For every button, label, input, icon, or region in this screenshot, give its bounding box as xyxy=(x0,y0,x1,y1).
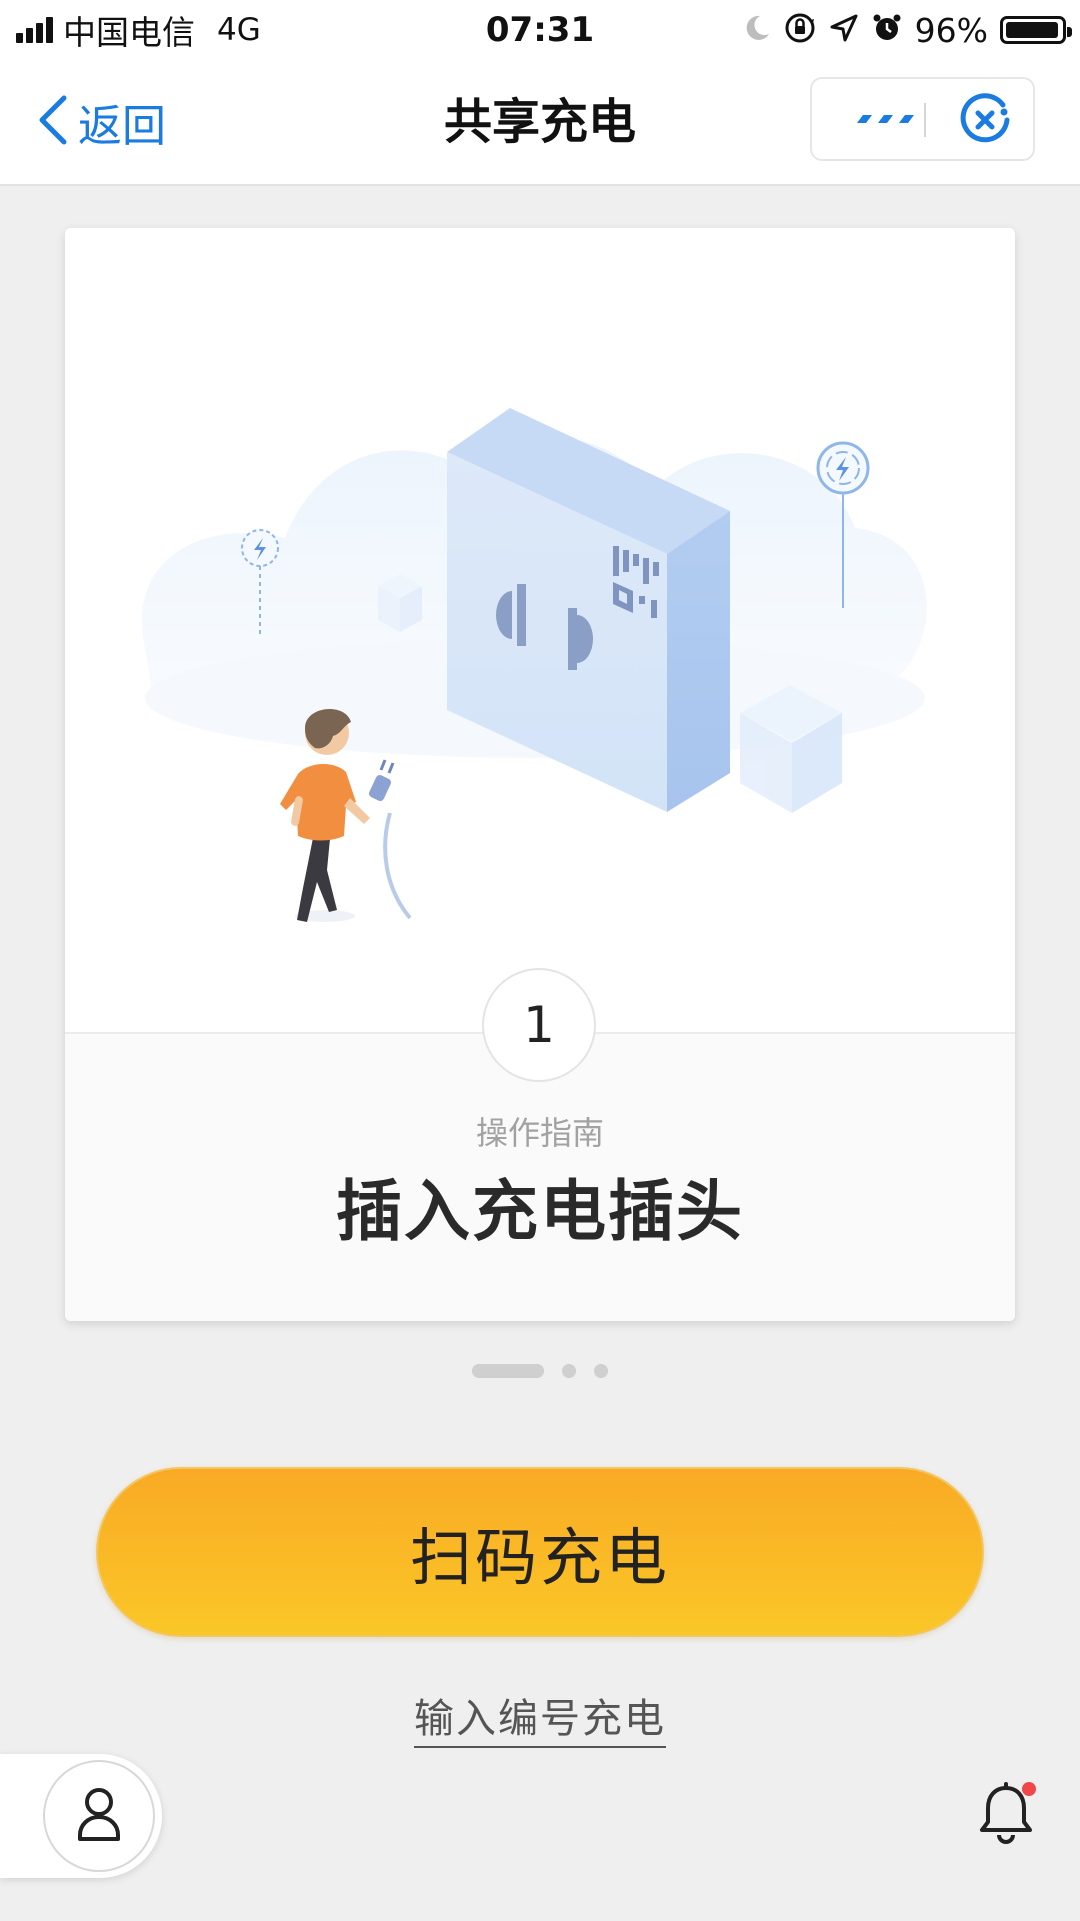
guide-card[interactable]: 1 操作指南 插入充电插头 xyxy=(65,228,1015,1321)
page-dot-active[interactable] xyxy=(472,1364,544,1378)
more-icon xyxy=(854,111,914,130)
input-code-link-wrap: 输入编号充电 xyxy=(0,1686,1080,1748)
notification-badge xyxy=(1022,1782,1036,1796)
bell-icon xyxy=(978,1782,1034,1848)
close-button[interactable] xyxy=(957,93,1013,151)
notification-button[interactable] xyxy=(978,1782,1038,1846)
guide-label: 操作指南 xyxy=(475,1114,604,1152)
page-dot[interactable] xyxy=(594,1364,608,1378)
more-button[interactable] xyxy=(836,99,932,141)
user-button[interactable] xyxy=(43,1760,155,1872)
alarm-icon xyxy=(871,12,903,48)
battery-tip xyxy=(1067,27,1072,37)
location-arrow-icon xyxy=(829,13,859,47)
capsule-divider xyxy=(924,103,926,137)
battery-fill xyxy=(1006,22,1058,38)
close-circle-icon xyxy=(958,93,1012,151)
page-dot[interactable] xyxy=(562,1364,576,1378)
page-indicator xyxy=(0,1364,1080,1378)
rotation-lock-icon xyxy=(783,11,817,49)
scan-charge-label: 扫码充电 xyxy=(409,1521,670,1594)
input-code-link[interactable]: 输入编号充电 xyxy=(414,1696,666,1748)
scan-charge-button[interactable]: 扫码充电 xyxy=(96,1467,984,1637)
battery-icon xyxy=(1000,16,1072,44)
battery-percent: 96% xyxy=(914,10,988,50)
status-bar: 中国电信 4G 07:31 96% xyxy=(0,0,1080,60)
step-title: 插入充电插头 xyxy=(336,1173,744,1250)
step-number: 1 xyxy=(482,968,596,1082)
nav-bar: 返回 共享充电 xyxy=(0,60,1080,186)
miniapp-capsule xyxy=(810,77,1035,161)
charging-illustration xyxy=(65,228,1015,1032)
user-icon xyxy=(75,1785,123,1847)
status-right: 96% xyxy=(741,8,1072,52)
moon-icon xyxy=(741,13,771,47)
